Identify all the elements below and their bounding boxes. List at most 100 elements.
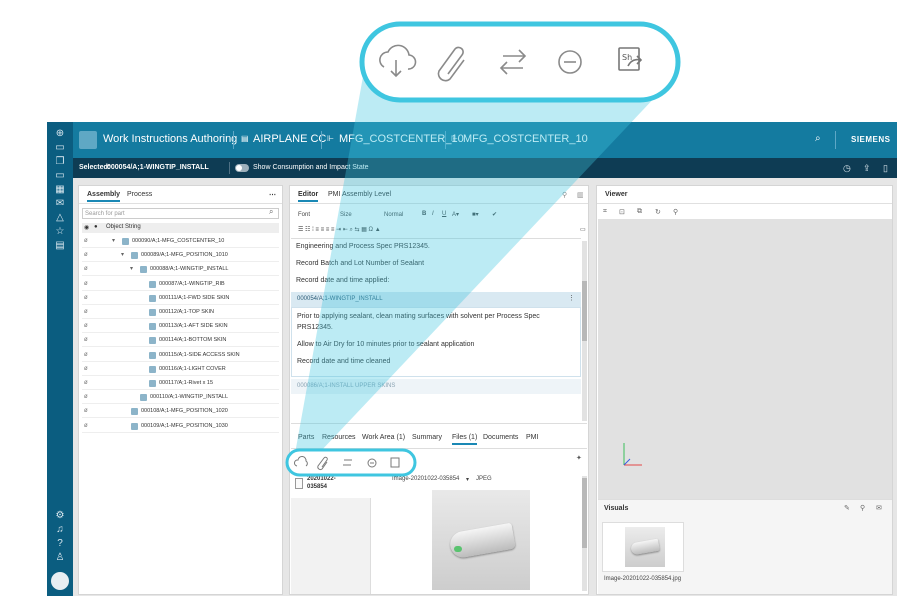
tree-row[interactable]: ø 000110/A;1-WINGTIP_INSTALL — [82, 391, 279, 405]
visibility-toggle-icon[interactable]: ø — [84, 408, 88, 414]
pin-icon[interactable]: ⚲ — [860, 504, 865, 512]
tab-documents[interactable]: Documents — [483, 434, 518, 441]
visual-thumbnail[interactable] — [602, 522, 684, 572]
tree-row[interactable]: ø 000117/A;1-Rivet x 15 — [82, 377, 279, 390]
visibility-toggle-icon[interactable]: ø — [84, 423, 88, 429]
expand-caret-icon[interactable]: ▾ — [112, 237, 115, 244]
step-text-line[interactable]: Prior to applying sealant, clean mating … — [297, 313, 540, 320]
visibility-icon[interactable]: ◉ — [84, 224, 89, 231]
measure-icon[interactable]: ⚲ — [673, 208, 678, 216]
tab-resources[interactable]: Resources — [322, 434, 355, 441]
tab-pmi[interactable]: PMI — [526, 434, 538, 441]
tree-row[interactable]: ø 000115/A;1-SIDE ACCESS SKIN — [82, 349, 279, 362]
dropdown-icon[interactable]: ▾ — [466, 476, 469, 483]
document-icon[interactable]: ▭ — [54, 142, 66, 154]
tree-row[interactable]: ø 000108/A;1-MFG_POSITION_1020 — [82, 405, 279, 419]
visibility-toggle-icon[interactable]: ø — [84, 238, 88, 244]
visibility-toggle-icon[interactable]: ø — [84, 252, 88, 258]
editor-scrollbar[interactable] — [582, 241, 587, 421]
editor-text-line[interactable]: Record date and time applied: — [296, 277, 389, 284]
warning-icon[interactable]: △ — [54, 212, 66, 224]
visibility-toggle-icon[interactable]: ø — [84, 323, 88, 329]
clipboard-icon[interactable]: ▯ — [883, 163, 888, 174]
file-title[interactable]: Image-20201022-035854 — [392, 476, 459, 482]
visibility-toggle-icon[interactable]: ø — [84, 266, 88, 272]
expand-caret-icon[interactable]: ▾ — [130, 265, 133, 272]
layout-icon[interactable]: ▥ — [577, 191, 584, 199]
visibility-toggle-icon[interactable]: ø — [84, 337, 88, 343]
list-icons[interactable]: ☰ ☷ ⁞ ≡ ≡ ≡ ≡ ⇥ ⇤ ⌕ ⇆ ▦ Ω ▲ — [298, 226, 381, 234]
folder-icon[interactable]: ▭ — [54, 170, 66, 182]
file-preview-image[interactable] — [432, 490, 530, 590]
text-color-button[interactable]: A▾ — [452, 211, 459, 218]
edit-icon[interactable]: ✎ — [844, 504, 850, 512]
style-select[interactable]: Normal — [384, 212, 403, 218]
tree-row[interactable]: ø 000112/A;1-TOP SKIN — [82, 306, 279, 319]
tree-row[interactable]: ø 000087/A;1-WINGTIP_RIB — [82, 278, 279, 291]
grid-icon[interactable]: ▦ — [54, 184, 66, 196]
font-select[interactable]: Font — [298, 212, 310, 218]
tree-row[interactable]: ø 000113/A;1-AFT SIDE SKIN — [82, 320, 279, 334]
underline-button[interactable]: U — [442, 211, 446, 217]
tab-summary[interactable]: Summary — [412, 434, 442, 441]
3d-viewer-canvas[interactable] — [598, 219, 892, 499]
tab-parts[interactable]: Parts — [298, 434, 314, 441]
column-object-string[interactable]: Object String — [106, 224, 141, 230]
report-icon[interactable]: ▤ — [54, 240, 66, 252]
part-search-input[interactable]: Search for part — [82, 208, 279, 219]
user-switch-icon[interactable]: ♙ — [54, 552, 66, 564]
settings-icon[interactable]: ⚙ — [54, 510, 66, 522]
visibility-toggle-icon[interactable]: ø — [84, 394, 88, 400]
check-icon[interactable]: ✔ — [492, 211, 497, 218]
editor-text-line[interactable]: Record Batch and Lot Number of Sealant — [296, 260, 424, 267]
file-card[interactable]: 20201022- 035854 — [291, 474, 371, 498]
star-icon[interactable]: ☆ — [54, 226, 66, 238]
bell-icon[interactable]: ♫ — [54, 524, 66, 536]
step-text-line[interactable]: Record date and time cleaned — [297, 358, 390, 365]
rotate-icon[interactable]: ↻ — [655, 208, 661, 216]
file-scrollbar[interactable] — [582, 476, 587, 591]
tree-row[interactable]: ø 000109/A;1-MFG_POSITION_1030 — [82, 420, 279, 433]
tab-assembly[interactable]: Assembly — [87, 191, 121, 202]
step-header[interactable]: 000054/A;1-WINGTIP_INSTALL — [291, 292, 581, 307]
visibility-toggle-icon[interactable]: ø — [84, 309, 88, 315]
add-icon[interactable]: ⊕ — [54, 128, 66, 140]
more-icon[interactable]: ⋯ — [269, 191, 276, 199]
expand-caret-icon[interactable]: ▾ — [121, 251, 124, 258]
fit-view-icon[interactable]: ⌗ — [603, 208, 607, 216]
visibility-toggle-icon[interactable]: ø — [84, 281, 88, 287]
visibility-toggle-icon[interactable]: ø — [84, 352, 88, 358]
search-icon[interactable]: ⌕ — [269, 207, 273, 217]
breadcrumb-item-1[interactable]: AIRPLANE CC — [253, 133, 326, 145]
upload-icon[interactable]: ⇪ — [863, 163, 871, 174]
tree-row[interactable]: ø ▾ 000088/A;1-WINGTIP_INSTALL — [82, 263, 279, 277]
tree-row[interactable]: ø 000116/A;1-LIGHT COVER — [82, 363, 279, 376]
visibility-toggle-icon[interactable]: ø — [84, 380, 88, 386]
copy-icon[interactable]: ❐ — [54, 156, 66, 168]
step-text-line[interactable]: Allow to Air Dry for 10 minutes prior to… — [297, 341, 474, 348]
tree-row[interactable]: ø ▾ 000089/A;1-MFG_POSITION_1010 — [82, 249, 279, 263]
history-icon[interactable]: ◷ — [843, 163, 851, 174]
tab-work-area[interactable]: Work Area (1) — [362, 434, 405, 441]
collapse-icon[interactable]: ▭ — [580, 226, 586, 233]
next-step-header[interactable]: 000086/A;1-INSTALL UPPER SKINS — [291, 379, 581, 394]
pin-icon[interactable]: ✦ — [576, 454, 582, 462]
help-icon[interactable]: ? — [54, 538, 66, 550]
section-icon[interactable]: ⧉ — [637, 208, 642, 216]
tree-row[interactable]: ø ▾ 000090/A;1-MFG_COSTCENTER_10 — [82, 235, 279, 248]
tab-pmi-assembly-level[interactable]: PMI Assembly Level — [328, 191, 391, 198]
tree-row[interactable]: ø 000114/A;1-BOTTOM SKIN — [82, 334, 279, 348]
zoom-region-icon[interactable]: ⊡ — [619, 208, 625, 216]
breadcrumb-item-3[interactable]: MFG_COSTCENTER_10 — [463, 133, 588, 145]
visibility-toggle-icon[interactable]: ø — [84, 295, 88, 301]
mail-icon[interactable]: ✉ — [876, 504, 882, 512]
tree-row[interactable]: ø 000111/A;1-FWD SIDE SKIN — [82, 292, 279, 305]
search-icon[interactable]: ⌕ — [815, 133, 821, 144]
consumption-toggle[interactable] — [235, 164, 249, 172]
tab-editor[interactable]: Editor — [298, 191, 319, 202]
kebab-menu-icon[interactable]: ⋮ — [568, 294, 575, 302]
bold-button[interactable]: B — [422, 211, 426, 217]
tab-process[interactable]: Process — [127, 191, 152, 198]
step-text-line[interactable]: PRS12345. — [297, 324, 333, 331]
size-select[interactable]: Size — [340, 212, 352, 218]
